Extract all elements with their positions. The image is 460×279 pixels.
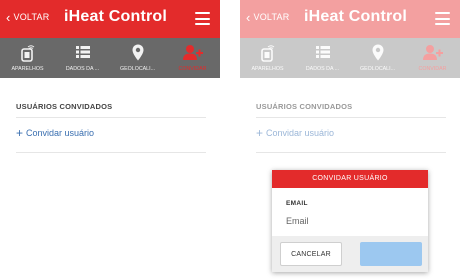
tab-data[interactable]: DADOS DA ... [55, 38, 110, 78]
cancel-button[interactable]: CANCELAR [280, 242, 342, 266]
tab-geolocation[interactable]: GEOLOCALI... [110, 38, 165, 78]
app-header: ‹ VOLTAR iHeat Control [0, 0, 220, 38]
screen-invited-users: ‹ VOLTAR iHeat Control APARELHOS DADOS D… [0, 0, 220, 279]
dialog-footer: CANCELAR [272, 236, 428, 272]
menu-icon[interactable] [435, 12, 450, 25]
tab-label: GEOLOCALI... [359, 66, 396, 72]
tab-data[interactable]: DADOS DA ... [295, 38, 350, 78]
chevron-left-icon: ‹ [6, 9, 11, 25]
plus-icon: + [16, 125, 24, 140]
tab-label: CONVIDAR [178, 66, 207, 72]
tab-bar: APARELHOS DADOS DA ... GEOLOCALI... CONV… [240, 38, 460, 78]
location-pin-icon [372, 44, 383, 61]
invite-user-dialog: CONVIDAR USUÁRIO EMAIL CANCELAR [272, 170, 428, 272]
tab-label: GEOLOCALI... [119, 66, 156, 72]
tab-devices[interactable]: APARELHOS [0, 38, 55, 78]
tab-label: DADOS DA ... [305, 66, 340, 72]
tab-label: DADOS DA ... [65, 66, 100, 72]
invite-user-link[interactable]: + Convidar usuário [16, 125, 95, 140]
tab-label: CONVIDAR [418, 66, 447, 72]
location-pin-icon [132, 44, 143, 61]
divider [256, 117, 446, 118]
back-label: VOLTAR [253, 12, 290, 22]
divider [16, 152, 206, 153]
invite-user-link[interactable]: + Convidar usuário [256, 125, 335, 140]
tab-label: APARELHOS [251, 66, 284, 72]
tab-devices[interactable]: APARELHOS [240, 38, 295, 78]
invite-user-label: Convidar usuário [266, 128, 335, 138]
dialog-title: CONVIDAR USUÁRIO [272, 170, 428, 188]
tab-invite[interactable]: CONVIDAR [165, 38, 220, 78]
email-label: EMAIL [286, 200, 308, 207]
device-icon [260, 45, 274, 62]
email-field[interactable] [286, 214, 412, 228]
section-title: USUÁRIOS CONVIDADOS [16, 102, 113, 111]
app-header: ‹ VOLTAR iHeat Control [240, 0, 460, 38]
add-user-icon [182, 45, 203, 60]
back-button[interactable]: ‹ VOLTAR [6, 9, 50, 25]
tab-geolocation[interactable]: GEOLOCALI... [350, 38, 405, 78]
invite-user-label: Convidar usuário [26, 128, 95, 138]
app-title: iHeat Control [64, 8, 168, 25]
list-icon [315, 46, 330, 58]
back-label: VOLTAR [13, 12, 50, 22]
menu-icon[interactable] [195, 12, 210, 25]
tab-invite[interactable]: CONVIDAR [405, 38, 460, 78]
app-title: iHeat Control [304, 8, 408, 25]
send-invite-button[interactable] [360, 242, 422, 266]
divider [256, 152, 446, 153]
chevron-left-icon: ‹ [246, 9, 251, 25]
back-button[interactable]: ‹ VOLTAR [246, 9, 290, 25]
tab-bar: APARELHOS DADOS DA ... GEOLOCALI... CONV… [0, 38, 220, 78]
section-title: USUÁRIOS CONVIDADOS [256, 102, 353, 111]
screen-invite-modal: ‹ VOLTAR iHeat Control APARELHOS DADOS D… [240, 0, 460, 279]
tab-label: APARELHOS [11, 66, 44, 72]
list-icon [75, 46, 90, 58]
plus-icon: + [256, 125, 264, 140]
divider [16, 117, 206, 118]
add-user-icon [422, 45, 443, 60]
device-icon [20, 45, 34, 62]
